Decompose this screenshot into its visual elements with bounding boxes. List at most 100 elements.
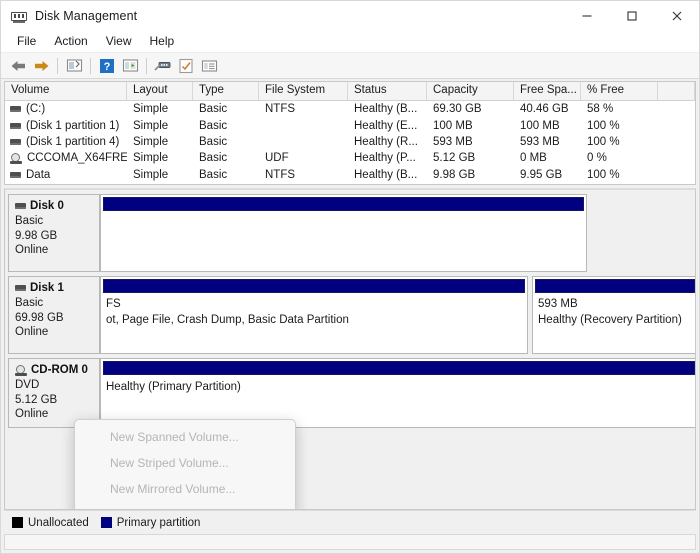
cell-status: Healthy (E... — [354, 119, 418, 132]
minimize-icon[interactable] — [564, 1, 609, 31]
partition-block[interactable]: Healthy (Primary Partition) — [100, 358, 695, 428]
menu-file[interactable]: File — [9, 32, 46, 51]
disk-name: CD-ROM 0 — [31, 364, 88, 376]
partition-bar — [103, 279, 525, 293]
cell-status: Healthy (B... — [354, 103, 418, 116]
menu-action[interactable]: Action — [46, 32, 97, 51]
disk-info-cdrom[interactable]: CD-ROM 0 DVD 5.12 GB Online — [8, 358, 100, 428]
menu-view[interactable]: View — [98, 32, 142, 51]
cell-type: Basic — [199, 152, 228, 165]
cell-capacity: 100 MB — [433, 119, 473, 132]
table-row[interactable]: (Disk 1 partition 4) Simple Basic Health… — [5, 134, 695, 150]
partition-line1: 593 MB — [538, 298, 578, 310]
disk-row-cdrom[interactable]: CD-ROM 0 DVD 5.12 GB Online Healthy (Pri… — [8, 358, 695, 428]
table-row[interactable]: (C:) Simple Basic NTFS Healthy (B... 69.… — [5, 101, 695, 117]
cell-file-system: NTFS — [265, 168, 296, 181]
context-menu: New Spanned Volume... New Striped Volume… — [74, 419, 296, 509]
cell-type: Basic — [199, 168, 228, 181]
partition-block[interactable]: FS ot, Page File, Crash Dump, Basic Data… — [100, 276, 528, 354]
volume-list-body: (C:) Simple Basic NTFS Healthy (B... 69.… — [5, 101, 695, 183]
disk-info-0[interactable]: Disk 0 Basic 9.98 GB Online — [8, 194, 100, 272]
cell-status: Healthy (R... — [354, 135, 418, 148]
rescan-disks-icon[interactable] — [152, 55, 174, 77]
column-header-type[interactable]: Type — [193, 82, 259, 100]
cell-layout: Simple — [133, 152, 169, 165]
cell-percent-free: 100 % — [587, 168, 620, 181]
cell-layout: Simple — [133, 135, 169, 148]
column-header-file-system[interactable]: File System — [259, 82, 348, 100]
partition-bar — [103, 361, 695, 375]
disk-row-0[interactable]: Disk 0 Basic 9.98 GB Online — [8, 194, 695, 272]
cell-capacity: 5.12 GB — [433, 152, 476, 165]
disk-state: Online — [15, 326, 49, 338]
disk-info-1[interactable]: Disk 1 Basic 69.98 GB Online — [8, 276, 100, 354]
volume-label: Data — [26, 168, 51, 181]
table-row[interactable]: CCCOMA_X64FRE... Simple Basic UDF Health… — [5, 150, 695, 166]
partition-block[interactable]: 593 MB Healthy (Recovery Partition) — [532, 276, 695, 354]
column-header-free-space[interactable]: Free Spa... — [514, 82, 581, 100]
legend-item-primary-partition: Primary partition — [100, 516, 201, 529]
cell-free-space: 593 MB — [520, 135, 560, 148]
volume-label: (Disk 1 partition 1) — [26, 119, 120, 132]
partition-block[interactable] — [100, 194, 587, 272]
column-header-layout[interactable]: Layout — [127, 82, 193, 100]
cell-status: Healthy (B... — [354, 168, 418, 181]
checklist-icon[interactable] — [175, 55, 197, 77]
disk-title-1: Disk 1 — [15, 282, 99, 294]
disk-row-1[interactable]: Disk 1 Basic 69.98 GB Online FS ot, Page… — [8, 276, 695, 354]
context-menu-item-new-raid5-volume[interactable]: New RAID-5 Volume... — [78, 502, 292, 509]
menu-help[interactable]: Help — [142, 32, 185, 51]
context-menu-item-new-striped-volume[interactable]: New Striped Volume... — [78, 450, 292, 476]
menu-bar: File Action View Help — [1, 31, 699, 53]
cell-volume: (Disk 1 partition 1) — [5, 120, 127, 132]
context-menu-item-new-spanned-volume[interactable]: New Spanned Volume... — [78, 424, 292, 450]
column-header-status[interactable]: Status — [348, 82, 427, 100]
disk-type: DVD — [15, 379, 40, 391]
disk-size: 5.12 GB — [15, 393, 58, 406]
disk-partitions-cdrom: Healthy (Primary Partition) — [100, 358, 695, 428]
cell-free-space: 9.95 GB — [520, 168, 563, 181]
column-header-volume[interactable]: Volume — [5, 82, 127, 100]
cell-type: Basic — [199, 135, 228, 148]
table-row[interactable]: Data Simple Basic NTFS Healthy (B... 9.9… — [5, 167, 695, 183]
column-header-percent-free[interactable]: % Free — [581, 82, 658, 100]
partition-bar — [103, 197, 584, 211]
drive-icon — [10, 171, 21, 178]
disk-icon — [15, 285, 26, 291]
cell-volume: CCCOMA_X64FRE... — [5, 152, 127, 164]
cell-capacity: 9.98 GB — [433, 168, 476, 181]
partition-line2: Healthy (Recovery Partition) — [538, 313, 682, 326]
partition-bar — [535, 279, 695, 293]
back-arrow-icon[interactable] — [7, 55, 29, 77]
cell-file-system: UDF — [265, 152, 289, 165]
details-icon[interactable] — [198, 55, 220, 77]
help-icon[interactable]: ? — [96, 55, 118, 77]
disk-state: Online — [15, 244, 49, 256]
disk-management-icon — [11, 9, 27, 23]
cell-volume: (C:) — [5, 103, 127, 115]
forward-arrow-icon[interactable] — [30, 55, 52, 77]
cell-volume: (Disk 1 partition 4) — [5, 136, 127, 148]
properties-icon[interactable] — [119, 55, 141, 77]
context-menu-item-new-mirrored-volume[interactable]: New Mirrored Volume... — [78, 476, 292, 502]
title-bar: Disk Management — [1, 1, 699, 31]
toolbar-separator — [57, 57, 58, 74]
cell-capacity: 593 MB — [433, 135, 473, 148]
graphical-view: Disk 0 Basic 9.98 GB Online Disk 1 Basic… — [4, 188, 696, 510]
legend-label-primary-partition: Primary partition — [116, 516, 201, 529]
disk-partitions-1: FS ot, Page File, Crash Dump, Basic Data… — [100, 276, 695, 354]
volume-label: (Disk 1 partition 4) — [26, 135, 120, 148]
up-folder-icon[interactable] — [63, 55, 85, 77]
cd-icon — [10, 152, 22, 164]
column-header-capacity[interactable]: Capacity — [427, 82, 514, 100]
svg-text:?: ? — [104, 61, 111, 73]
disk-management-window: Disk Management File Action View Help ? … — [0, 0, 700, 554]
cell-percent-free: 0 % — [587, 152, 607, 165]
toolbar: ? — [1, 53, 699, 79]
maximize-icon[interactable] — [609, 1, 654, 31]
table-row[interactable]: (Disk 1 partition 1) Simple Basic Health… — [5, 117, 695, 133]
legend-label-unallocated: Unallocated — [28, 516, 89, 529]
close-icon[interactable] — [654, 1, 699, 31]
cell-percent-free: 100 % — [587, 135, 620, 148]
cell-type: Basic — [199, 119, 228, 132]
